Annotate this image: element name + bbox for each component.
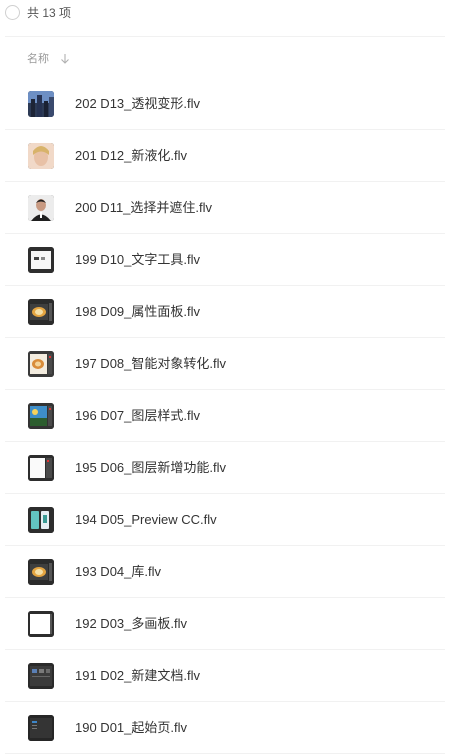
video-thumbnail-icon <box>28 351 54 377</box>
video-thumbnail-icon <box>28 611 54 637</box>
file-row[interactable]: 200 D11_选择并遮住.flv <box>0 182 450 234</box>
video-thumbnail-icon <box>28 663 54 689</box>
file-list: 202 D13_透视变形.flv 201 D12_新液化.flv 200 D11_选… <box>0 78 450 754</box>
file-name[interactable]: 191 D02_新建文档.flv <box>75 667 200 685</box>
video-thumbnail-icon <box>28 715 54 741</box>
file-row[interactable]: 191 D02_新建文档.flv <box>0 650 450 702</box>
file-row[interactable]: 196 D07_图层样式.flv <box>0 390 450 442</box>
file-row[interactable]: 198 D09_属性面板.flv <box>0 286 450 338</box>
video-thumbnail-icon <box>28 507 54 533</box>
video-thumbnail-icon <box>28 299 54 325</box>
file-name[interactable]: 202 D13_透视变形.flv <box>75 95 200 113</box>
video-thumbnail-icon <box>28 143 54 169</box>
file-row[interactable]: 199 D10_文字工具.flv <box>0 234 450 286</box>
file-row[interactable]: 202 D13_透视变形.flv <box>0 78 450 130</box>
file-name[interactable]: 199 D10_文字工具.flv <box>75 251 200 269</box>
file-name[interactable]: 196 D07_图层样式.flv <box>75 407 200 425</box>
file-row[interactable]: 194 D05_Preview CC.flv <box>0 494 450 546</box>
top-bar: 共 13 项 <box>0 0 450 36</box>
video-thumbnail-icon <box>28 247 54 273</box>
file-name[interactable]: 200 D11_选择并遮住.flv <box>75 199 212 217</box>
file-row[interactable]: 195 D06_图层新增功能.flv <box>0 442 450 494</box>
file-row[interactable]: 190 D01_起始页.flv <box>0 702 450 754</box>
file-row[interactable]: 197 D08_智能对象转化.flv <box>0 338 450 390</box>
file-name[interactable]: 201 D12_新液化.flv <box>75 147 187 165</box>
video-thumbnail-icon <box>28 403 54 429</box>
name-column-header[interactable]: 名称 <box>27 52 49 66</box>
video-thumbnail-icon <box>28 455 54 481</box>
video-thumbnail-icon <box>28 91 54 117</box>
file-row[interactable]: 192 D03_多画板.flv <box>0 598 450 650</box>
file-name[interactable]: 190 D01_起始页.flv <box>75 719 187 737</box>
file-row[interactable]: 201 D12_新液化.flv <box>0 130 450 182</box>
file-name[interactable]: 193 D04_库.flv <box>75 563 161 581</box>
file-name[interactable]: 198 D09_属性面板.flv <box>75 303 200 321</box>
column-header: 名称 <box>0 37 450 77</box>
video-thumbnail-icon <box>28 195 54 221</box>
video-thumbnail-icon <box>28 559 54 585</box>
item-count: 共 13 项 <box>27 6 72 20</box>
file-row[interactable]: 193 D04_库.flv <box>0 546 450 598</box>
file-name[interactable]: 197 D08_智能对象转化.flv <box>75 355 226 373</box>
file-name[interactable]: 195 D06_图层新增功能.flv <box>75 459 226 477</box>
select-all-checkbox[interactable] <box>5 5 20 20</box>
file-name[interactable]: 192 D03_多画板.flv <box>75 615 187 633</box>
arrow-down-icon[interactable] <box>60 52 70 66</box>
file-name[interactable]: 194 D05_Preview CC.flv <box>75 511 217 529</box>
